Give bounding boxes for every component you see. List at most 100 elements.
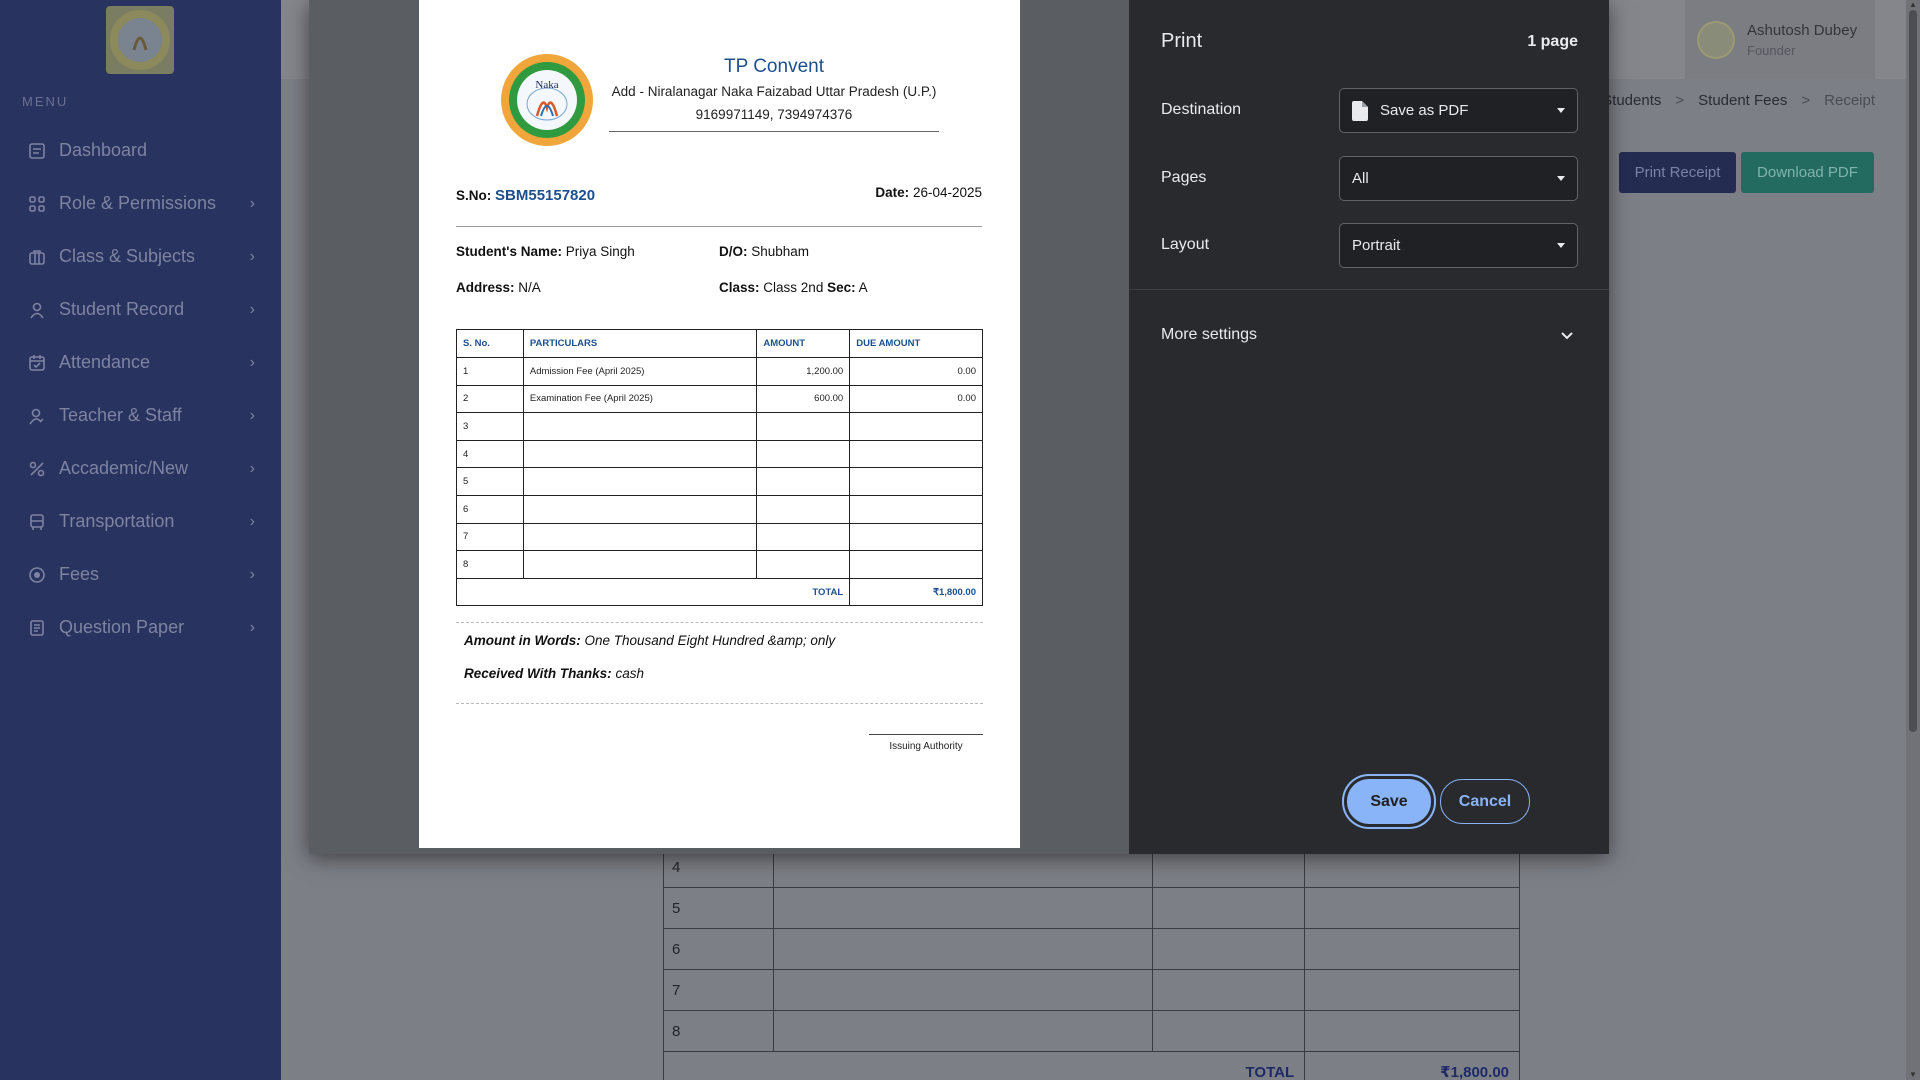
chevron-right-icon: › [249, 618, 255, 636]
total-value: ₹1,800.00 [1304, 1051, 1520, 1080]
table-cell: 6 [663, 928, 774, 970]
avatar [1697, 20, 1735, 59]
cell-particulars: Admission Fee (April 2025) [522, 357, 758, 386]
school-seal-logo: Naka [501, 54, 593, 146]
receipt-date: Date: 26-04-2025 [875, 185, 982, 200]
school-phone: 9169971149, 7394974376 [695, 107, 853, 122]
sidebar-item-label: Dashboard [59, 140, 148, 160]
header-particulars: PARTICULARS [522, 329, 758, 358]
sidebar-item-teacher-staff[interactable]: Teacher & Staff › [0, 389, 281, 442]
bus-icon [27, 512, 47, 532]
cell-sno: 7 [456, 522, 524, 552]
cell-due-amount: 0.00 [849, 357, 983, 386]
cell-sno: 4 [456, 439, 524, 469]
sidebar-item-transportation[interactable]: Transportation › [0, 495, 281, 548]
page-scrollbar[interactable]: ▲ ▼ [1906, 0, 1920, 1080]
chevron-right-icon: › [249, 565, 255, 583]
breadcrumb-separator: > [1675, 92, 1685, 109]
table-row: 6 [456, 494, 983, 524]
background-fee-table: 4 5 6 7 8 TOTAL ₹1,800.00 [662, 846, 1520, 1080]
address-label: Address: [456, 280, 515, 295]
pages-select[interactable]: All [1339, 156, 1578, 201]
sidebar-item-fees[interactable]: Fees › [0, 548, 281, 601]
sidebar-item-role-permissions[interactable]: Role & Permissions › [0, 177, 281, 230]
cell-sno: 2 [456, 384, 524, 414]
words-label: Amount in Words: [464, 633, 581, 648]
cell-amount [756, 522, 851, 552]
scroll-up-arrow[interactable]: ▲ [1908, 0, 1918, 10]
scroll-thumb[interactable] [1909, 10, 1917, 732]
chevron-right-icon: › [249, 459, 255, 477]
table-cell [1152, 969, 1306, 1011]
student-name: Student's Name: Priya Singh [456, 244, 635, 259]
dashed-divider [456, 622, 983, 623]
table-cell [772, 1010, 1154, 1052]
cell-amount [756, 439, 851, 469]
sidebar-item-accademic-new[interactable]: Accademic/New › [0, 442, 281, 495]
cell-particulars [522, 550, 758, 579]
fee-table: S. No. PARTICULARS AMOUNT DUE AMOUNT 1 Ad… [455, 329, 983, 607]
more-settings-toggle[interactable]: More settings [1161, 326, 1257, 344]
cell-particulars [522, 522, 758, 552]
sidebar-item-class-subjects[interactable]: Class & Subjects › [0, 230, 281, 283]
layout-select[interactable]: Portrait [1339, 223, 1578, 268]
cell-particulars [522, 412, 758, 441]
sidebar-item-student-record[interactable]: Student Record › [0, 283, 281, 336]
table-row: 6 [663, 928, 1520, 970]
sidebar-item-label: Attendance [59, 352, 151, 372]
sidebar-item-label: Role & Permissions [59, 193, 217, 213]
header-sno: S. No. [456, 329, 524, 358]
cell-particulars [522, 439, 758, 469]
download-pdf-button[interactable]: Download PDF [1741, 152, 1874, 193]
cancel-button[interactable]: Cancel [1440, 779, 1530, 824]
cell-due-amount [849, 550, 983, 579]
destination-select[interactable]: Save as PDF [1339, 88, 1578, 133]
pages-value: All [1352, 170, 1369, 187]
breadcrumb-students[interactable]: Students [1602, 92, 1661, 109]
print-receipt-button[interactable]: Print Receipt [1619, 152, 1736, 193]
table-cell: 7 [663, 969, 774, 1011]
table-cell [1304, 1010, 1520, 1052]
sec-label: Sec: [827, 280, 856, 295]
total-value: ₹1,800.00 [849, 577, 983, 607]
dropdown-caret-icon [1557, 243, 1565, 248]
teacher-icon [27, 406, 47, 426]
chevron-down-icon[interactable] [1559, 328, 1575, 344]
scroll-down-arrow[interactable]: ▼ [1908, 1070, 1918, 1080]
save-button[interactable]: Save [1347, 779, 1431, 824]
do-label: D/O: [719, 244, 748, 259]
class-label: Class: [719, 280, 760, 295]
breadcrumb-receipt: Receipt [1824, 92, 1875, 109]
table-cell [1304, 928, 1520, 970]
sidebar-item-question-paper[interactable]: Question Paper › [0, 601, 281, 654]
table-cell: 8 [663, 1010, 774, 1052]
cell-sno: 1 [456, 357, 524, 386]
print-dialog: Naka TP Convent Add - Niralanagar Naka F… [309, 0, 1609, 854]
cell-due-amount [849, 439, 983, 469]
date-value: 26-04-2025 [912, 185, 982, 200]
calendar-icon [27, 353, 47, 373]
sidebar-item-dashboard[interactable]: Dashboard [0, 124, 281, 177]
layout-label: Layout [1161, 236, 1210, 253]
total-label: TOTAL [455, 577, 851, 607]
sec-value: A [858, 280, 868, 295]
table-row: 8 [663, 1010, 1520, 1052]
student-class: Class: Class 2nd Sec: A [719, 280, 868, 295]
table-row: 8 [456, 550, 983, 579]
sidebar-item-attendance[interactable]: Attendance › [0, 336, 281, 389]
table-cell [1304, 969, 1520, 1011]
cell-particulars: Examination Fee (April 2025) [522, 384, 758, 414]
settings-divider [1129, 289, 1609, 290]
table-cell: 5 [663, 887, 774, 929]
sidebar-item-label: Class & Subjects [59, 246, 196, 266]
student-name-label: Student's Name: [456, 244, 562, 259]
sidebar-item-label: Accademic/New [59, 458, 189, 478]
cell-sno: 5 [456, 467, 524, 496]
user-menu[interactable]: Ashutosh Dubey Founder [1685, 0, 1875, 79]
sidebar-item-label: Student Record [59, 299, 185, 319]
table-total-row: TOTAL ₹1,800.00 [662, 1051, 1520, 1080]
page-count: 1 page [1527, 33, 1578, 50]
breadcrumb-student-fees[interactable]: Student Fees [1698, 92, 1787, 109]
school-logo[interactable] [106, 6, 174, 74]
table-row: 5 [663, 887, 1520, 929]
